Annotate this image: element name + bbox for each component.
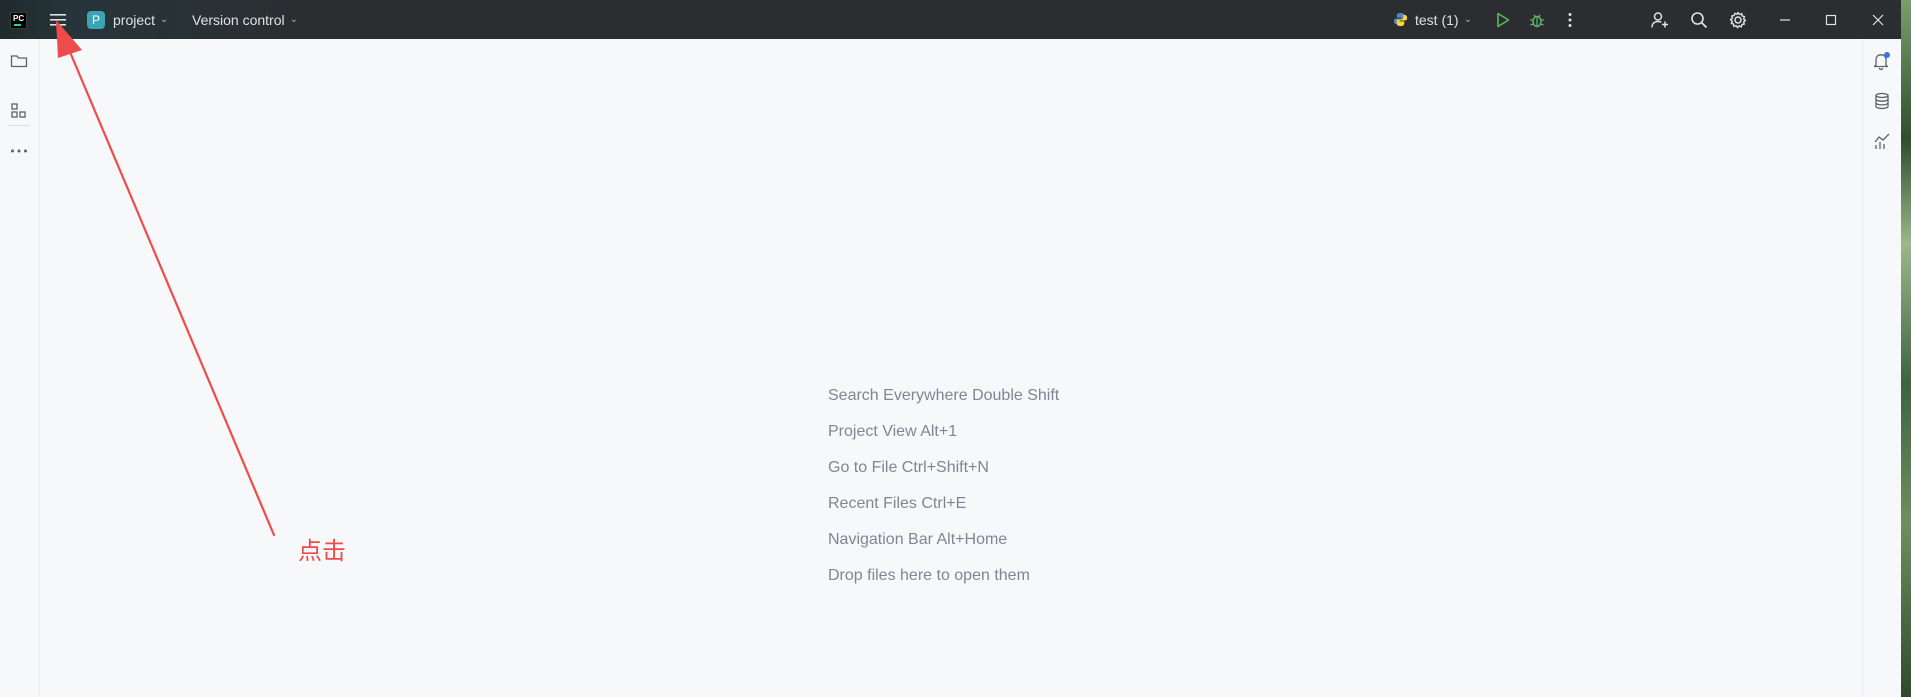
annotation-arrow [56,20,276,537]
annotation-label: 点击 [298,537,346,565]
